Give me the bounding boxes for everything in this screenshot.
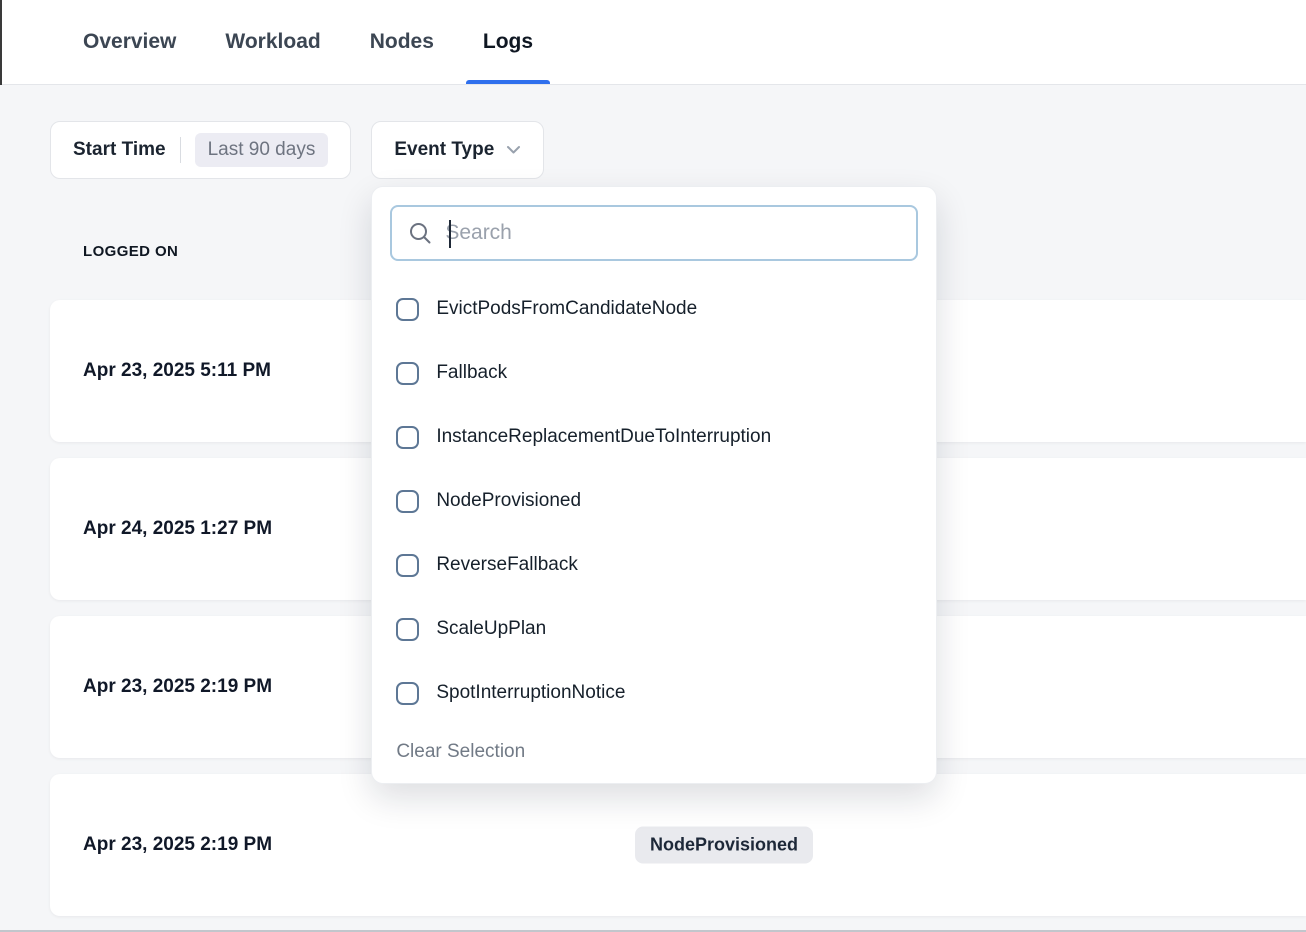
checkbox[interactable] [396,490,419,513]
logged-on-value: Apr 24, 2025 1:27 PM [83,518,272,540]
chevron-down-icon [506,145,521,155]
tab-logs[interactable]: Logs [483,0,533,84]
window-left-edge [0,0,2,85]
start-time-filter-button[interactable]: Start Time Last 90 days [50,121,351,179]
option-instance-replacement-due-to-interruption[interactable]: InstanceReplacementDueToInterruption [372,405,936,469]
checkbox[interactable] [396,618,419,641]
search-box [390,205,918,261]
option-scale-up-plan[interactable]: ScaleUpPlan [372,597,936,661]
option-spot-interruption-notice[interactable]: SpotInterruptionNotice [372,661,936,725]
logged-on-value: Apr 23, 2025 5:11 PM [83,360,271,382]
logged-on-value: Apr 23, 2025 2:19 PM [83,834,272,856]
search-icon [407,220,433,246]
filter-divider [180,137,181,163]
logs-page: Start Time Last 90 days Event Type [0,85,1306,932]
event-type-dropdown: EvictPodsFromCandidateNode Fallback Inst… [371,186,937,784]
start-time-value: Last 90 days [195,133,329,167]
logged-on-value: Apr 23, 2025 2:19 PM [83,676,272,698]
option-label: ReverseFallback [436,554,578,576]
checkbox[interactable] [396,682,419,705]
tab-nodes[interactable]: Nodes [370,0,434,84]
filter-bar: Start Time Last 90 days Event Type [50,121,1306,179]
tab-workload[interactable]: Workload [225,0,320,84]
tab-bar: Overview Workload Nodes Logs [0,0,1306,85]
option-label: SpotInterruptionNotice [436,682,625,704]
event-type-badge: NodeProvisioned [635,827,813,864]
option-fallback[interactable]: Fallback [372,341,936,405]
checkbox[interactable] [396,426,419,449]
text-caret [449,220,451,248]
log-row: Apr 23, 2025 2:19 PM NodeProvisioned [50,774,1306,916]
option-node-provisioned[interactable]: NodeProvisioned [372,469,936,533]
event-type-filter: Event Type EvictPodsFromCandid [371,121,544,179]
checkbox[interactable] [396,362,419,385]
start-time-label: Start Time [73,139,166,161]
option-label: NodeProvisioned [436,490,581,512]
option-label: ScaleUpPlan [436,618,546,640]
clear-selection-link[interactable]: Clear Selection [372,725,936,763]
option-label: InstanceReplacementDueToInterruption [436,426,771,448]
checkbox[interactable] [396,298,419,321]
event-type-label: Event Type [394,139,494,161]
option-evict-pods-from-candidate-node[interactable]: EvictPodsFromCandidateNode [372,277,936,341]
search-input[interactable] [445,221,901,245]
checkbox[interactable] [396,554,419,577]
option-reverse-fallback[interactable]: ReverseFallback [372,533,936,597]
tab-overview[interactable]: Overview [83,0,176,84]
option-label: Fallback [436,362,507,384]
event-type-filter-button[interactable]: Event Type [371,121,544,179]
option-label: EvictPodsFromCandidateNode [436,298,697,320]
